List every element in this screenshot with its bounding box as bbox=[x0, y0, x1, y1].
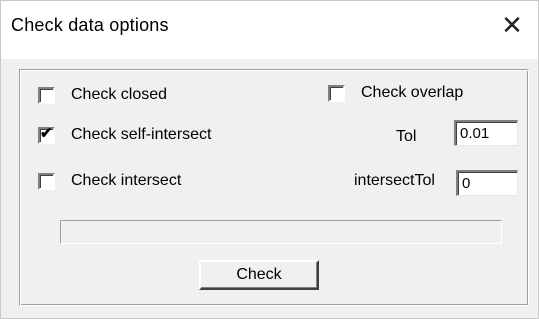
dialog-client-area: Check closed Check overlap ✔ Check self-… bbox=[1, 59, 538, 318]
progress-bar bbox=[60, 220, 502, 244]
options-groupbox: Check closed Check overlap ✔ Check self-… bbox=[19, 69, 529, 306]
checkbox-icon[interactable] bbox=[328, 84, 345, 102]
tol-label: Tol bbox=[396, 128, 417, 145]
check-closed-checkbox[interactable]: Check closed bbox=[38, 86, 167, 104]
window-title: Check data options bbox=[11, 15, 169, 35]
title-bar: Check data options ✕ bbox=[1, 1, 538, 59]
check-intersect-label: Check intersect bbox=[71, 172, 182, 189]
check-button[interactable]: Check bbox=[199, 260, 319, 290]
close-icon[interactable]: ✕ bbox=[498, 10, 526, 40]
tol-input[interactable] bbox=[454, 120, 518, 146]
checkbox-icon[interactable]: ✔ bbox=[38, 125, 55, 144]
dialog-window: Check data options ✕ Check closed Check … bbox=[0, 0, 539, 319]
check-self-intersect-label: Check self-intersect bbox=[71, 126, 212, 143]
checkbox-icon[interactable] bbox=[38, 172, 55, 190]
check-intersect-checkbox[interactable]: Check intersect bbox=[38, 172, 181, 190]
checkbox-icon[interactable] bbox=[38, 86, 55, 104]
intersect-tol-input[interactable] bbox=[456, 170, 518, 196]
check-overlap-label: Check overlap bbox=[361, 84, 464, 101]
check-closed-label: Check closed bbox=[71, 86, 168, 103]
check-self-intersect-checkbox[interactable]: ✔ Check self-intersect bbox=[38, 125, 212, 144]
check-overlap-checkbox[interactable]: Check overlap bbox=[328, 84, 463, 102]
intersect-tol-label: intersectTol bbox=[354, 172, 435, 189]
